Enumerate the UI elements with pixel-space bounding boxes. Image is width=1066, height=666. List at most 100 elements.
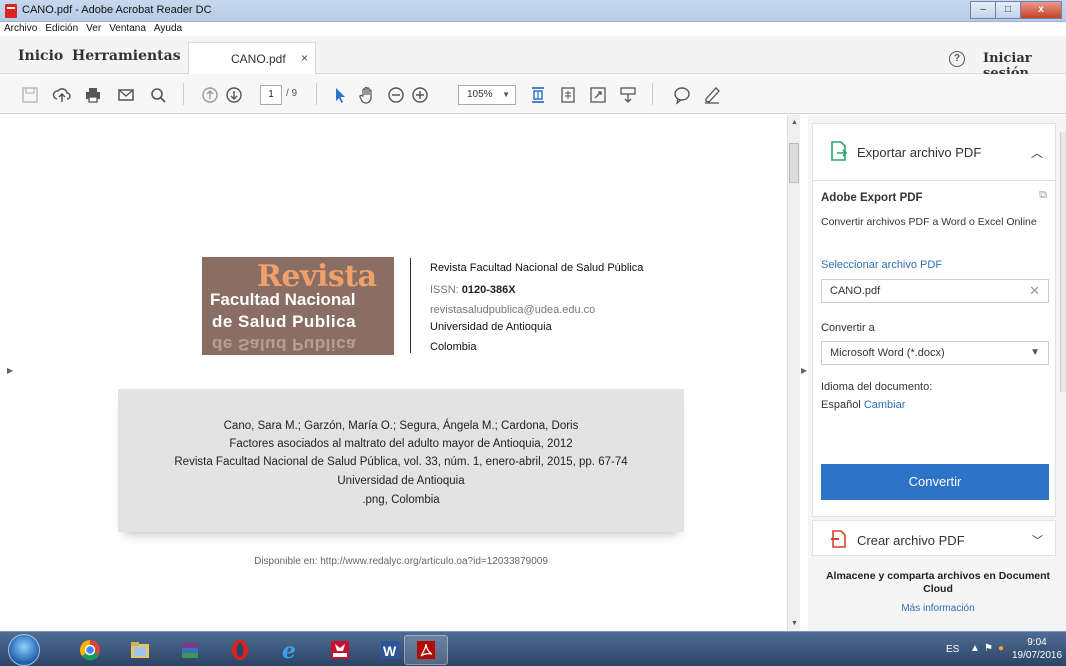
citation-box: Cano, Sara M.; Garzón, María O.; Segura,… [118, 389, 684, 532]
acrobat-app-icon [5, 4, 17, 18]
doc-language-value: Español Cambiar [821, 399, 906, 411]
taskbar-zynga[interactable] [318, 635, 362, 665]
journal-issn: ISSN: 0120-386X [430, 284, 516, 296]
acrobat-icon [417, 641, 435, 659]
clear-icon[interactable]: ✕ [1029, 280, 1040, 302]
zoom-in-icon[interactable] [410, 85, 430, 105]
tab-inicio[interactable]: Inicio [18, 48, 63, 64]
citation-location: .png, Colombia [362, 494, 440, 506]
opera-icon [232, 640, 248, 660]
menu-ayuda[interactable]: Ayuda [150, 22, 186, 36]
document-view[interactable] [0, 115, 787, 631]
clock[interactable]: 9:04 19/07/2016 [1012, 636, 1062, 662]
citation-journal: Revista Facultad Nacional de Salud Públi… [174, 456, 628, 468]
email-icon[interactable] [116, 85, 136, 105]
zoom-value: 105% [467, 89, 493, 100]
export-pdf-body: Adobe Export PDF ⧉ Convertir archivos PD… [812, 181, 1056, 517]
chevron-down-icon[interactable]: ﹀ [1032, 532, 1043, 548]
rotate-view-icon[interactable] [558, 85, 578, 105]
selected-file-field[interactable]: CANO.pdf ✕ [821, 279, 1049, 303]
select-pdf-link[interactable]: Seleccionar archivo PDF [821, 259, 942, 271]
document-scrollbar[interactable]: ▲ ▼ [787, 115, 800, 631]
close-window-button[interactable]: x [1020, 1, 1062, 19]
convert-button[interactable]: Convertir [821, 464, 1049, 500]
convert-to-label: Convertir a [821, 322, 875, 334]
system-tray: ES ▲ ⚑ ● 9:04 19/07/2016 [926, 632, 1066, 666]
taskbar-winrar[interactable] [168, 635, 212, 665]
search-icon[interactable] [148, 85, 168, 105]
save-icon[interactable] [20, 85, 40, 105]
select-cursor-icon[interactable] [330, 85, 350, 105]
window-controls: – □ x [970, 1, 1062, 19]
language-indicator[interactable]: ES [946, 644, 959, 655]
citation-university: Universidad de Antioquia [337, 475, 465, 487]
page-number-input[interactable]: 1 [260, 85, 282, 105]
right-tools-panel: Exportar archivo PDF ︿ Adobe Export PDF … [808, 115, 1066, 631]
dropdown-arrow-icon: ▼ [1030, 347, 1040, 358]
folder-icon [131, 642, 149, 658]
scroll-up-icon[interactable]: ▲ [791, 119, 798, 126]
taskbar-acrobat[interactable] [404, 635, 448, 665]
tab-document[interactable]: CANO.pdf × [188, 42, 316, 74]
zoom-out-icon[interactable] [386, 85, 406, 105]
citation-authors: Cano, Sara M.; Garzón, María O.; Segura,… [223, 420, 579, 432]
close-tab-icon[interactable]: × [301, 51, 308, 65]
scrollbar-thumb[interactable] [789, 143, 799, 183]
panel-scrollbar[interactable] [1060, 132, 1066, 392]
copy-icon[interactable]: ⧉ [1039, 189, 1047, 202]
full-screen-icon[interactable] [588, 85, 608, 105]
show-hidden-icons-icon[interactable]: ▲ [970, 643, 980, 654]
export-pdf-header[interactable]: Exportar archivo PDF ︿ [812, 123, 1056, 181]
tab-document-label: CANO.pdf [231, 52, 286, 66]
journal-email[interactable]: revistasaludpublica@udea.edu.co [430, 304, 595, 316]
network-icon[interactable]: ● [998, 643, 1004, 654]
export-pdf-title: Exportar archivo PDF [857, 145, 982, 160]
fit-page-icon[interactable] [528, 85, 548, 105]
taskbar-explorer[interactable] [118, 635, 162, 665]
clock-time: 9:04 [1027, 637, 1047, 648]
expand-left-panel-icon[interactable]: ▶ [7, 366, 13, 375]
more-info-link[interactable]: Más información [820, 603, 1056, 614]
minimize-button[interactable]: – [970, 1, 996, 19]
maximize-button[interactable]: □ [995, 1, 1021, 19]
menu-ventana[interactable]: Ventana [105, 22, 150, 36]
taskbar-chrome[interactable] [68, 635, 112, 665]
taskbar-ie[interactable]: e [268, 635, 312, 665]
print-icon[interactable] [83, 85, 103, 105]
help-icon[interactable]: ? [949, 51, 965, 67]
journal-logo: Revista Facultad Nacional de Salud Publi… [202, 257, 394, 355]
toolbar-separator [316, 83, 317, 105]
cloud-upload-icon[interactable] [52, 85, 72, 105]
cloud-promo-text: Almacene y comparta archivos en Document… [825, 570, 1051, 595]
export-pdf-icon [831, 141, 848, 161]
tab-herramientas[interactable]: Herramientas [72, 48, 181, 64]
toolbar-separator [652, 83, 653, 105]
tab-bar: Inicio Herramientas CANO.pdf × ? Iniciar… [0, 36, 1066, 81]
zoom-select[interactable]: 105% ▼ [458, 85, 516, 105]
menu-edicion[interactable]: Edición [41, 22, 82, 36]
chevron-up-icon[interactable]: ︿ [1031, 144, 1043, 161]
taskbar-opera[interactable] [218, 635, 262, 665]
menu-ver[interactable]: Ver [82, 22, 105, 36]
start-button[interactable] [8, 634, 40, 666]
change-language-link[interactable]: Cambiar [864, 399, 906, 411]
convert-format-select[interactable]: Microsoft Word (*.docx) ▼ [821, 341, 1049, 365]
available-link[interactable]: Disponible en: http://www.redalyc.org/ar… [118, 556, 684, 567]
comment-icon[interactable] [672, 85, 692, 105]
scroll-mode-icon[interactable] [618, 85, 638, 105]
create-pdf-header[interactable]: Crear archivo PDF ﹀ [812, 520, 1056, 556]
collapse-right-panel-icon[interactable]: ▶ [801, 366, 807, 375]
next-page-icon[interactable] [224, 85, 244, 105]
menu-bar: Archivo Edición Ver Ventana Ayuda [0, 22, 1066, 36]
chrome-icon [80, 640, 100, 661]
scroll-down-icon[interactable]: ▼ [791, 620, 798, 627]
svg-text:e: e [282, 639, 296, 661]
flag-icon[interactable]: ⚑ [984, 643, 993, 654]
create-pdf-title: Crear archivo PDF [857, 533, 965, 548]
highlight-pen-icon[interactable] [702, 85, 722, 105]
hand-tool-icon[interactable] [357, 85, 377, 105]
menu-archivo[interactable]: Archivo [0, 22, 41, 36]
previous-page-icon[interactable] [200, 85, 220, 105]
title-bar: CANO.pdf - Adobe Acrobat Reader DC – □ x [0, 0, 1066, 22]
journal-country: Colombia [430, 341, 477, 353]
